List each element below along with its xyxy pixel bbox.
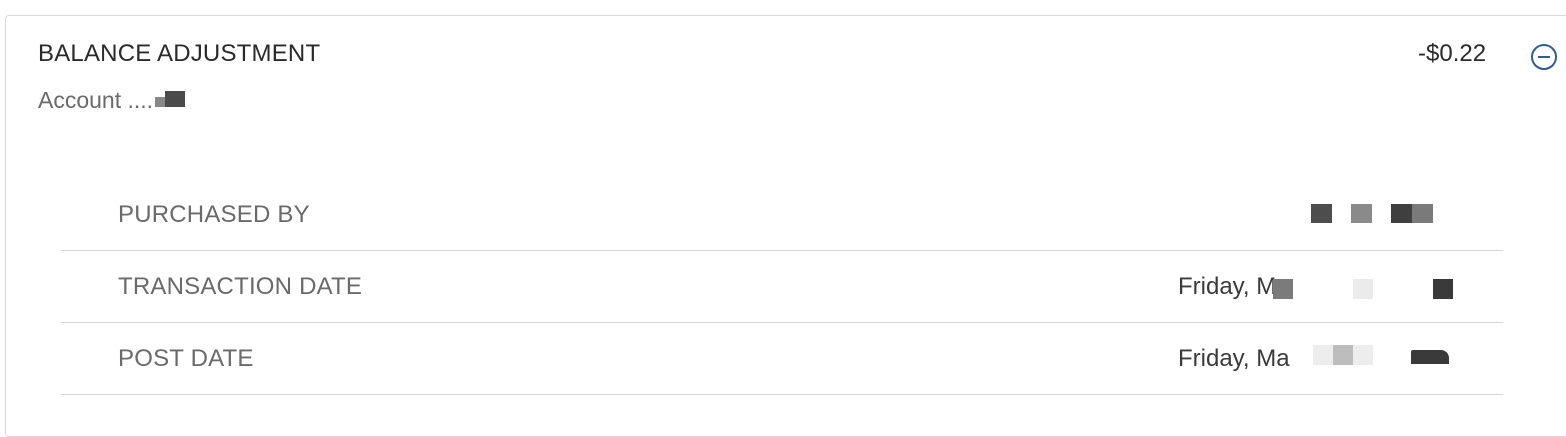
transaction-amount: -$0.22: [1418, 40, 1487, 67]
account-label: Account ....: [38, 87, 154, 113]
detail-row-post-date: POST DATE Friday, Ma: [61, 323, 1503, 395]
detail-row-transaction-date: TRANSACTION DATE Friday, M: [61, 251, 1503, 323]
detail-value: Friday, Ma: [1178, 345, 1290, 372]
detail-label: PURCHASED BY: [118, 201, 310, 228]
transaction-title: BALANCE ADJUSTMENT: [38, 40, 321, 67]
detail-value: Friday, M: [1178, 273, 1277, 300]
transaction-card: BALANCE ADJUSTMENT Account .... -$0.22 P…: [5, 15, 1566, 437]
detail-row-purchased-by: PURCHASED BY: [61, 179, 1503, 251]
row-divider: [61, 394, 1503, 395]
collapse-button[interactable]: [1530, 43, 1558, 71]
detail-label: POST DATE: [118, 345, 254, 372]
detail-label: TRANSACTION DATE: [118, 273, 363, 300]
minus-circle-icon: [1531, 44, 1557, 70]
account-number-redacted: [155, 90, 189, 111]
account-line: Account ....: [38, 87, 189, 114]
